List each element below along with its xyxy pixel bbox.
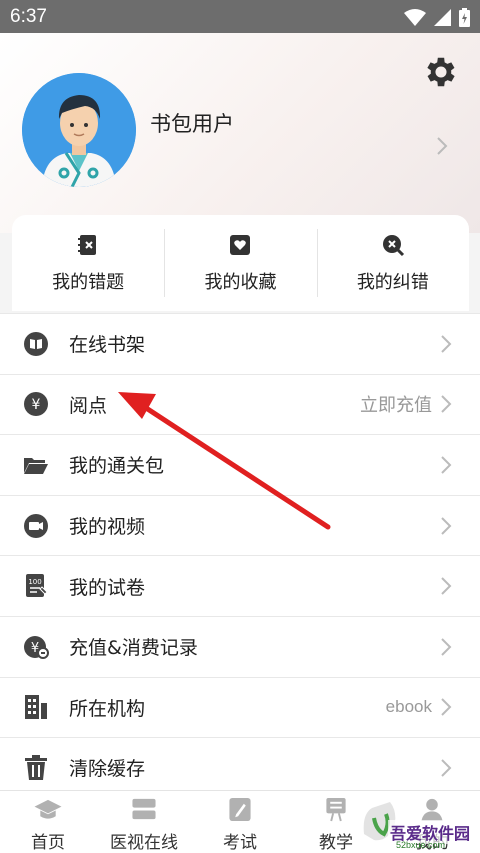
- status-time: 6:37: [10, 6, 47, 27]
- profile-header: 书包用户: [0, 33, 480, 233]
- svg-text:¥: ¥: [32, 397, 41, 413]
- yen-coin-icon: ¥: [22, 390, 50, 418]
- menu-item-reading-points[interactable]: ¥ 阅点 立即充值: [0, 373, 480, 435]
- nav-item-mine[interactable]: 我的: [384, 791, 480, 853]
- user-icon: [421, 798, 443, 822]
- menu-item-recharge-records[interactable]: ¥ 充值&消费记录: [0, 615, 480, 677]
- stack-icon: [132, 798, 156, 820]
- nav-item-home[interactable]: 首页: [0, 791, 96, 853]
- menu-label: 所在机构: [69, 697, 146, 720]
- menu-item-online-bookshelf[interactable]: 在线书架: [0, 313, 480, 374]
- menu-label: 在线书架: [69, 334, 146, 357]
- chevron-right-icon[interactable]: [436, 136, 448, 156]
- avatar[interactable]: [22, 73, 136, 187]
- nav-item-exam[interactable]: 考试: [192, 791, 288, 853]
- menu-list: 在线书架 ¥ 阅点 立即充值 我的通关包 我的视频 100 我的试卷 ¥ 充值&…: [0, 313, 480, 798]
- battery-icon: [459, 8, 470, 27]
- notebook-x-icon: [75, 232, 101, 258]
- menu-item-institution[interactable]: 所在机构 ebook: [0, 676, 480, 738]
- nav-item-teaching[interactable]: 教学: [288, 791, 384, 853]
- chevron-right-icon: [441, 395, 452, 414]
- quick-actions-card: 我的错题 我的收藏 我的纠错: [12, 215, 469, 311]
- menu-label: 我的试卷: [69, 576, 146, 599]
- status-icons: [404, 8, 470, 27]
- gear-icon[interactable]: [422, 53, 460, 91]
- signal-icon: [434, 9, 451, 26]
- quick-action-label: 我的纠错: [356, 272, 429, 293]
- quick-action-corrections[interactable]: 我的纠错: [316, 215, 469, 311]
- quick-action-label: 我的收藏: [204, 272, 277, 293]
- chevron-right-icon: [441, 698, 452, 717]
- menu-item-clear-cache[interactable]: 清除缓存: [0, 737, 480, 798]
- menu-label: 我的通关包: [69, 455, 165, 478]
- menu-item-pass-package[interactable]: 我的通关包: [0, 434, 480, 495]
- book-icon: [22, 330, 50, 358]
- username[interactable]: 书包用户: [150, 108, 234, 138]
- status-bar: 6:37: [0, 0, 480, 33]
- heart-icon: [227, 232, 253, 258]
- graduation-cap-icon: [34, 799, 62, 819]
- folder-icon: [22, 451, 50, 479]
- nav-label: 教学: [319, 833, 353, 853]
- svg-text:100: 100: [28, 578, 41, 586]
- menu-label: 充值&消费记录: [69, 637, 198, 660]
- building-icon: [22, 693, 50, 721]
- quick-action-favorites[interactable]: 我的收藏: [164, 215, 316, 311]
- nav-label: 我的: [415, 833, 449, 853]
- wifi-icon: [404, 9, 426, 26]
- nav-label: 首页: [31, 833, 65, 853]
- nav-item-medical-online[interactable]: 医视在线: [96, 791, 192, 853]
- quick-action-wrong-questions[interactable]: 我的错题: [12, 215, 164, 311]
- trash-icon: [22, 754, 50, 782]
- chevron-right-icon: [441, 456, 452, 474]
- chevron-right-icon: [441, 638, 452, 656]
- menu-label: 清除缓存: [69, 758, 146, 781]
- menu-item-my-videos[interactable]: 我的视频: [0, 494, 480, 556]
- recharge-icon: ¥: [22, 633, 50, 661]
- chevron-right-icon: [441, 759, 452, 777]
- menu-item-my-exams[interactable]: 100 我的试卷: [0, 555, 480, 616]
- nav-label: 医视在线: [110, 833, 178, 853]
- bottom-nav: 首页 医视在线 考试 教学 我的: [0, 790, 480, 853]
- menu-label: 阅点: [69, 394, 108, 417]
- teaching-icon: [326, 797, 346, 822]
- institution-value: ebook: [385, 697, 432, 717]
- nav-label: 考试: [223, 833, 257, 853]
- exam-paper-icon: 100: [22, 572, 50, 600]
- chevron-right-icon: [441, 335, 452, 353]
- chevron-right-icon: [441, 577, 452, 595]
- search-x-icon: [380, 232, 406, 258]
- menu-label: 我的视频: [69, 516, 146, 539]
- chevron-right-icon: [441, 516, 452, 535]
- quick-action-label: 我的错题: [52, 272, 125, 293]
- video-camera-icon: [22, 512, 50, 540]
- pencil-icon: [229, 797, 251, 822]
- recharge-now-link[interactable]: 立即充值: [360, 391, 432, 417]
